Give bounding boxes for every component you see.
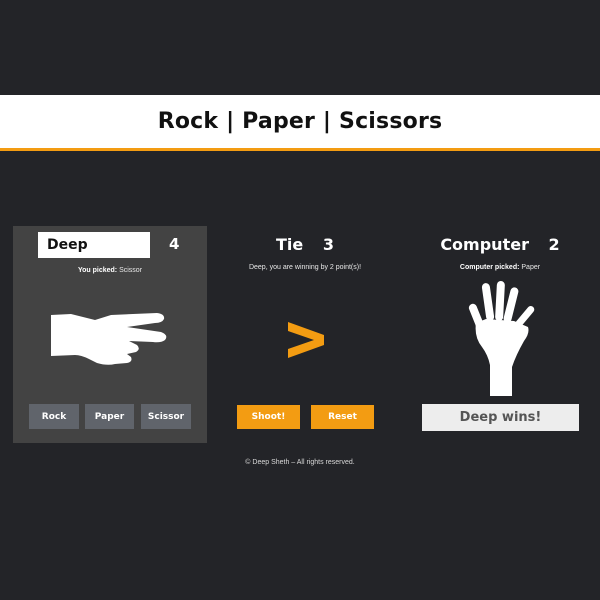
greater-than-icon [288, 322, 324, 358]
computer-pick-line: Computer picked: Paper [420, 264, 580, 271]
reset-button[interactable]: Reset [311, 405, 374, 429]
page-header: Rock | Paper | Scissors [0, 95, 600, 151]
scissors-hand-icon [51, 313, 167, 365]
player-pick-line: You picked: Scissor [13, 267, 207, 274]
tie-label: Tie [276, 235, 304, 254]
player-name-input[interactable] [38, 232, 150, 258]
computer-score: 2 [548, 235, 560, 254]
computer-picked-value: Paper [521, 264, 541, 271]
paper-hand-icon [468, 281, 535, 396]
player-score: 4 [169, 235, 180, 253]
player-picked-value: Scissor [119, 267, 143, 274]
computer-score-row: Computer 2 [420, 235, 580, 254]
rock-button[interactable]: Rock [29, 404, 79, 429]
player-panel: 4 You picked: Scissor Rock Paper Scissor [13, 226, 207, 443]
result-banner: Deep wins! [422, 404, 579, 431]
computer-picked-label: Computer picked: [459, 264, 520, 271]
tie-score-row: Tie 3 [237, 235, 373, 254]
computer-label: Computer [440, 235, 529, 254]
scissor-button[interactable]: Scissor [141, 404, 191, 429]
footer-copyright: © Deep Sheth – All rights reserved. [245, 459, 355, 466]
tie-score: 3 [322, 235, 334, 254]
status-message: Deep, you are winning by 2 point(s)! [248, 264, 362, 271]
paper-button[interactable]: Paper [85, 404, 134, 429]
shoot-button[interactable]: Shoot! [237, 405, 300, 429]
player-picked-label: You picked: [77, 267, 118, 274]
page-title: Rock | Paper | Scissors [157, 109, 443, 134]
